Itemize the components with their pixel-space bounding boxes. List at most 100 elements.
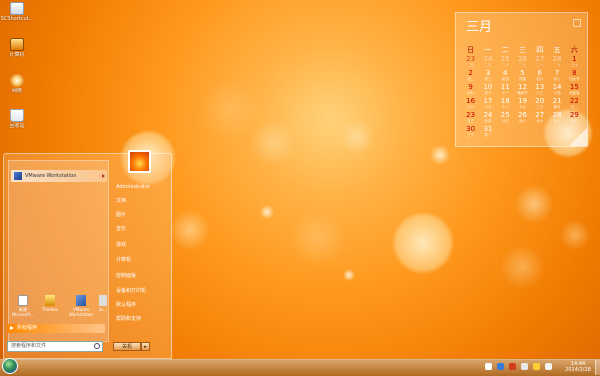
calendar-day[interactable]: 6 初六 (531, 70, 548, 84)
calendar-lunar-label: 廿三 (467, 119, 475, 123)
calendar-day[interactable]: 2 初二 (462, 70, 479, 84)
all-programs-arrow-icon (10, 326, 14, 330)
calendar-day[interactable]: 26 廿六 (514, 112, 531, 126)
calendar-day[interactable]: 26 二七 (514, 56, 531, 70)
shortcut-icon (10, 2, 24, 15)
calendar-day[interactable]: 11 十一 (497, 84, 514, 98)
calendar-day[interactable]: 24 二五 (479, 56, 496, 70)
calendar-day[interactable]: 17 十七 (479, 98, 496, 112)
calendar-week-row: 9 初九 10 初十 11 十一 12 植树节 13 十三 14 十四 15 消费者 (462, 84, 583, 98)
start-menu-item-computer[interactable]: 计算机 (116, 254, 168, 266)
calendar-day[interactable]: 18 十八 (497, 98, 514, 112)
calendar-day[interactable]: 9 初九 (462, 84, 479, 98)
taskbar-clock[interactable]: 14:44 2014/2/28 (558, 361, 598, 373)
calendar-day[interactable]: 22 廿二 (566, 98, 583, 112)
calendar-day[interactable]: 1 三十 (566, 56, 583, 70)
all-programs-button[interactable]: 所有程序 (7, 324, 105, 333)
calendar-day[interactable]: 23 二四 (462, 56, 479, 70)
calendar-day[interactable]: 30 三十 (462, 126, 479, 140)
start-menu-item-control-panel[interactable]: 控制面板 (116, 270, 168, 282)
calendar-lunar-label: 初二 (467, 77, 475, 81)
calendar-day[interactable]: 15 消费者 (566, 84, 583, 98)
calendar-page-curl (569, 128, 587, 146)
program-item[interactable]: VMware Workstation (66, 293, 96, 323)
calendar-day[interactable]: 27 二八 (531, 56, 548, 70)
desktop-icon-network[interactable]: 网络 (0, 74, 34, 94)
calendar-nav-icon[interactable] (573, 19, 581, 27)
calendar-day[interactable]: 27 廿七 (531, 112, 548, 126)
desktop-icon-recycle-bin[interactable]: 回收站 (0, 109, 34, 129)
calendar-day[interactable]: 28 二九 (548, 56, 565, 70)
program-item[interactable]: Themes (38, 293, 62, 323)
tray-icon[interactable] (485, 363, 492, 370)
network-tray-icon[interactable] (521, 363, 528, 370)
desktop-icon-computer[interactable]: 计算机 (0, 38, 34, 58)
program-item-label: VMware Workstation (25, 173, 77, 179)
calendar-lunar-label: 二十 (536, 105, 544, 109)
calendar-day[interactable]: 5 惊蛰 (514, 70, 531, 84)
calendar-month-title: 三月 (466, 20, 493, 35)
calendar-day[interactable]: 19 十九 (514, 98, 531, 112)
desktop-icon-shortcut[interactable]: SCShortcut... (0, 2, 34, 22)
calendar-day[interactable]: 7 初七 (548, 70, 565, 84)
bokeh-light (340, 120, 374, 154)
calendar-lunar-label: 初六 (536, 77, 544, 81)
calendar-lunar-label: 十四 (553, 91, 561, 95)
start-menu-user-name[interactable]: Administrator (116, 181, 168, 193)
calendar-day[interactable]: 24 廿四 (479, 112, 496, 126)
calendar-day[interactable]: 8 妇女节 (566, 70, 583, 84)
shutdown-button[interactable]: 关机 (113, 342, 141, 351)
shutdown-options-button[interactable]: ▸ (141, 342, 150, 351)
calendar-day[interactable]: 13 十三 (531, 84, 548, 98)
flag-tray-icon[interactable] (533, 363, 540, 370)
start-menu-item-devices-printers[interactable]: 设备和打印机 (116, 285, 168, 297)
calendar-gadget[interactable]: 三月 日 一 二 三 四 五 六 23 二四 24 二五 25 二六 26 二七 27 二八 28 二… (455, 12, 588, 147)
program-item-vmware[interactable]: VMware Workstation (11, 170, 107, 182)
volume-icon[interactable] (545, 363, 552, 370)
user-avatar[interactable] (128, 150, 151, 173)
start-menu-item-documents[interactable]: 文档 (116, 195, 168, 207)
start-menu-item-pictures[interactable]: 图片 (116, 209, 168, 221)
calendar-day[interactable]: 14 十四 (548, 84, 565, 98)
calendar-lunar-label: 二七 (518, 63, 526, 67)
start-menu-item-games[interactable]: 游戏 (116, 239, 168, 251)
calendar-lunar-label: 十三 (536, 91, 544, 95)
calendar-day[interactable]: 4 初四 (497, 70, 514, 84)
start-search-input[interactable]: 搜索程序和文件 (7, 341, 103, 352)
desktop-icon-label: 回收站 (9, 123, 25, 129)
calendar-day[interactable]: 21 春分 (548, 98, 565, 112)
calendar-day[interactable]: 16 十六 (462, 98, 479, 112)
program-item-label: VMware Workstation (69, 307, 93, 317)
calendar-day[interactable]: 12 植树节 (514, 84, 531, 98)
network-icon (10, 74, 24, 87)
themes-icon (45, 295, 55, 306)
calendar-lunar-label: 二八 (536, 63, 544, 67)
calendar-day[interactable]: 10 初十 (479, 84, 496, 98)
tray-icon[interactable] (497, 363, 504, 370)
calendar-day[interactable]: 28 廿八 (548, 112, 565, 126)
calendar-day[interactable]: 3 初三 (479, 70, 496, 84)
calendar-lunar-label: 初一 (484, 133, 492, 137)
start-button[interactable] (2, 358, 18, 374)
program-item[interactable]: wi... (98, 293, 108, 323)
document-icon (18, 295, 28, 306)
show-desktop-button[interactable] (595, 360, 600, 375)
program-item-label: wi... (98, 307, 108, 312)
calendar-day[interactable]: 29 廿九 (566, 112, 583, 126)
calendar-day (514, 126, 531, 140)
calendar-week-row: 30 三十 31 初一 (462, 126, 583, 140)
bokeh-light (260, 205, 274, 219)
calendar-lunar-label: 十六 (467, 105, 475, 109)
start-menu-item-default-programs[interactable]: 默认程序 (116, 299, 168, 311)
calendar-day[interactable]: 25 廿五 (497, 112, 514, 126)
tray-icon[interactable] (509, 363, 516, 370)
calendar-lunar-label: 初七 (553, 77, 561, 81)
start-menu-item-help-support[interactable]: 帮助和支持 (116, 313, 168, 325)
bokeh-light (392, 212, 454, 274)
start-menu-item-music[interactable]: 音乐 (116, 223, 168, 235)
calendar-day[interactable]: 31 初一 (479, 126, 496, 140)
program-item[interactable]: 新建 Microsoft... (11, 293, 35, 323)
calendar-day[interactable]: 20 二十 (531, 98, 548, 112)
calendar-day[interactable]: 25 二六 (497, 56, 514, 70)
calendar-day[interactable]: 23 廿三 (462, 112, 479, 126)
